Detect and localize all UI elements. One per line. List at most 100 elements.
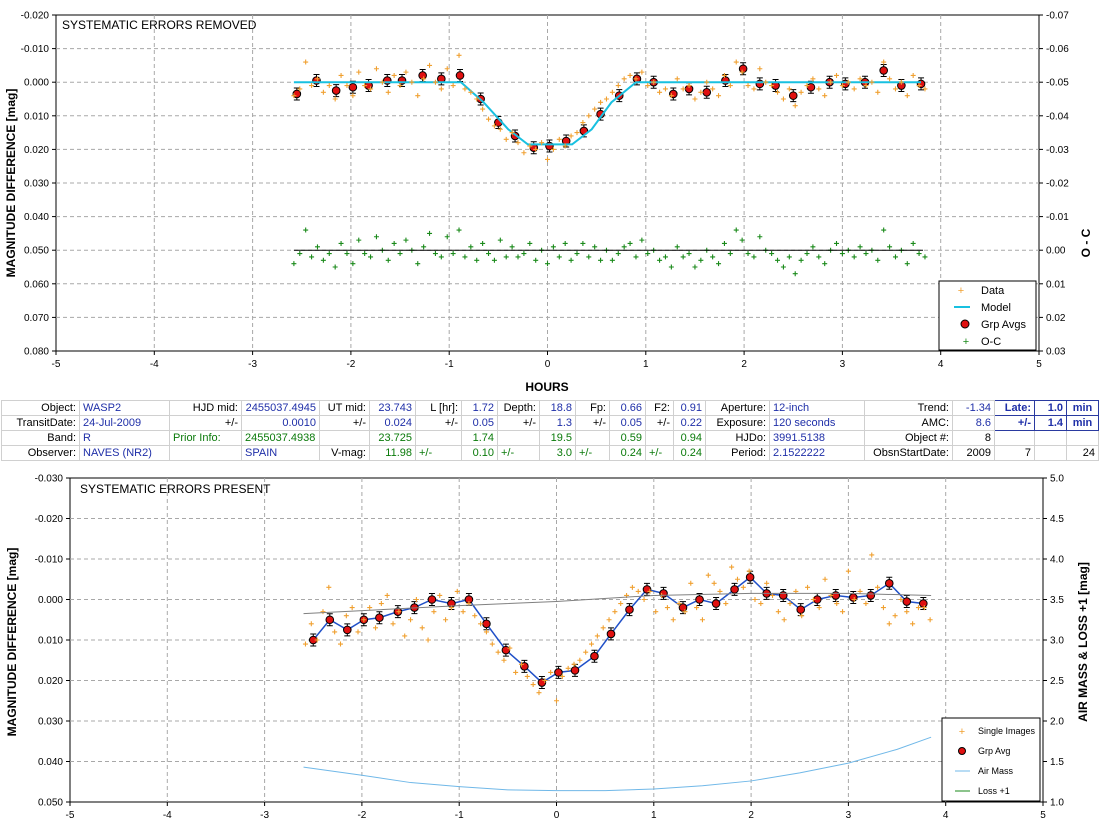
x-tick-label: 3 (846, 810, 852, 821)
top-legend-model-label: Model (981, 302, 1011, 314)
group-average-point (343, 625, 352, 635)
x-tick-label: -3 (248, 359, 257, 370)
bottom-y-axis-label: MAGNITUDE DIFFERENCE [mag] (5, 548, 19, 737)
info-cell: TransitDate: (1, 415, 80, 431)
info-cell: +/- (645, 415, 674, 431)
x-tick-label: 5 (1036, 359, 1042, 370)
info-cell: 0.59 (609, 430, 646, 446)
group-average-point (501, 645, 511, 655)
info-cell: +/- (575, 415, 610, 431)
info-cell: 8 (952, 430, 995, 446)
info-cell: 2455037.4938 (241, 430, 320, 446)
y-tick-label: 0.030 (38, 717, 63, 728)
info-cell: 7 (994, 445, 1035, 461)
info-cell (1034, 445, 1067, 461)
x-tick-label: 3 (840, 359, 846, 370)
group-average-point (778, 591, 788, 600)
info-cell: 1.0 (1034, 400, 1067, 416)
bottom-chart-title: SYSTEMATIC ERRORS PRESENT (80, 482, 271, 496)
info-cell: 18.8 (539, 400, 576, 416)
info-cell: WASP2 (79, 400, 170, 416)
info-cell: 0.66 (609, 400, 646, 416)
group-average-point (659, 589, 668, 598)
y2-tick-label: -0.01 (1046, 212, 1069, 223)
top-chart: -5 -4 -3 -2 -1 0 1 2 3 4 5 -0.020 -0.010 0.000 0.010 0… (4, 11, 1093, 395)
group-average-point (884, 579, 894, 588)
top-y-axis-ticks: -0.020 -0.010 0.000 0.010 0.020 0.030 0.040 0.0… (21, 11, 56, 358)
info-cell: +/- (497, 445, 540, 461)
x-tick-label: -4 (150, 359, 159, 370)
group-average-point (702, 87, 712, 97)
y2-tick-label: -0.06 (1046, 44, 1069, 55)
y2-tick-label: 2.5 (1050, 676, 1064, 687)
info-cell: 0.22 (673, 415, 706, 431)
y2-tick-label: 3.0 (1050, 636, 1064, 647)
info-cell: +/- (319, 415, 370, 431)
y2-tick-label: 4.5 (1050, 514, 1064, 525)
info-cell: 0.24 (673, 445, 706, 461)
y-tick-label: 0.040 (24, 212, 49, 223)
x-tick-label: 2 (741, 359, 747, 370)
y-tick-label: 0.020 (24, 145, 49, 156)
info-cell (169, 445, 242, 461)
info-cell: 3.0 (539, 445, 576, 461)
info-cell: 1.3 (539, 415, 576, 431)
group-average-point (554, 668, 563, 677)
info-row: Object: WASP2 HJD mid: 2455037.4945 UT mid: 2… (1, 400, 1099, 416)
bottom-x-axis-ticks: -5 -4 -3 -2 -1 0 1 2 3 4 5 (66, 802, 1046, 821)
x-tick-label: 5 (1040, 810, 1046, 821)
y2-tick-label: -0.07 (1046, 11, 1069, 22)
info-cell: V-mag: (319, 445, 370, 461)
y-tick-label: 0.050 (38, 798, 63, 809)
y-tick-label: 0.020 (38, 676, 63, 687)
info-cell (319, 430, 370, 446)
y2-tick-label: -0.05 (1046, 78, 1069, 89)
info-cell: Depth: (497, 400, 540, 416)
info-cell: 2.1522222 (769, 445, 865, 461)
info-cell: 1.74 (461, 430, 498, 446)
top-x-axis-label: HOURS (525, 380, 568, 394)
info-cell: HJDo: (705, 430, 770, 446)
x-tick-label: 2 (748, 810, 754, 821)
group-average-point (331, 86, 341, 95)
y2-tick-label: 0.02 (1046, 313, 1066, 324)
info-cell: 120 seconds (769, 415, 865, 431)
group-average-point (427, 595, 437, 604)
info-cell: 11.98 (369, 445, 416, 461)
info-cell: min (1066, 415, 1099, 431)
top-chart-title: SYSTEMATIC ERRORS REMOVED (62, 18, 257, 32)
y-tick-label: 0.010 (38, 636, 63, 647)
group-average-point (606, 629, 616, 639)
x-tick-label: 4 (938, 359, 944, 370)
x-tick-label: 4 (943, 810, 949, 821)
info-cell: 0.24 (609, 445, 646, 461)
info-cell: 24-Jul-2009 (79, 415, 170, 431)
info-cell: Object #: (864, 430, 953, 446)
info-cell: SPAIN (241, 445, 320, 461)
x-tick-label: -5 (52, 359, 61, 370)
y-tick-label: 0.050 (24, 246, 49, 257)
info-cell: +/- (994, 415, 1035, 431)
y2-tick-label: 4.0 (1050, 555, 1064, 566)
info-cell (575, 430, 610, 446)
top-legend-data-marker: + (958, 285, 964, 297)
info-row: Band: R Prior Info: 2455037.4938 23.725 1.74 1… (1, 430, 1099, 446)
info-cell: 1.4 (1034, 415, 1067, 431)
group-average-point (375, 613, 384, 623)
y2-tick-label: -0.03 (1046, 145, 1069, 156)
info-cell: Exposure: (705, 415, 770, 431)
y-tick-label: 0.040 (38, 757, 63, 768)
group-average-point (848, 593, 858, 602)
bottom-legend-single-marker: + (959, 726, 965, 738)
y2-tick-label: 0.01 (1046, 279, 1066, 290)
y2-tick-label: 2.0 (1050, 717, 1064, 728)
info-cell: 12-inch (769, 400, 865, 416)
info-cell: 23.743 (369, 400, 416, 416)
info-cell: 2455037.4945 (241, 400, 320, 416)
info-cell: +/- (575, 445, 610, 461)
info-cell: NAVES (NR2) (79, 445, 170, 461)
bottom-legend-grp-marker (958, 747, 966, 755)
x-tick-label: -1 (455, 810, 464, 821)
info-cell: Object: (1, 400, 80, 416)
top-y2-axis-ticks: -0.07 -0.06 -0.05 -0.04 -0.03 -0.02 -0.01 0.00 0… (1039, 11, 1069, 358)
